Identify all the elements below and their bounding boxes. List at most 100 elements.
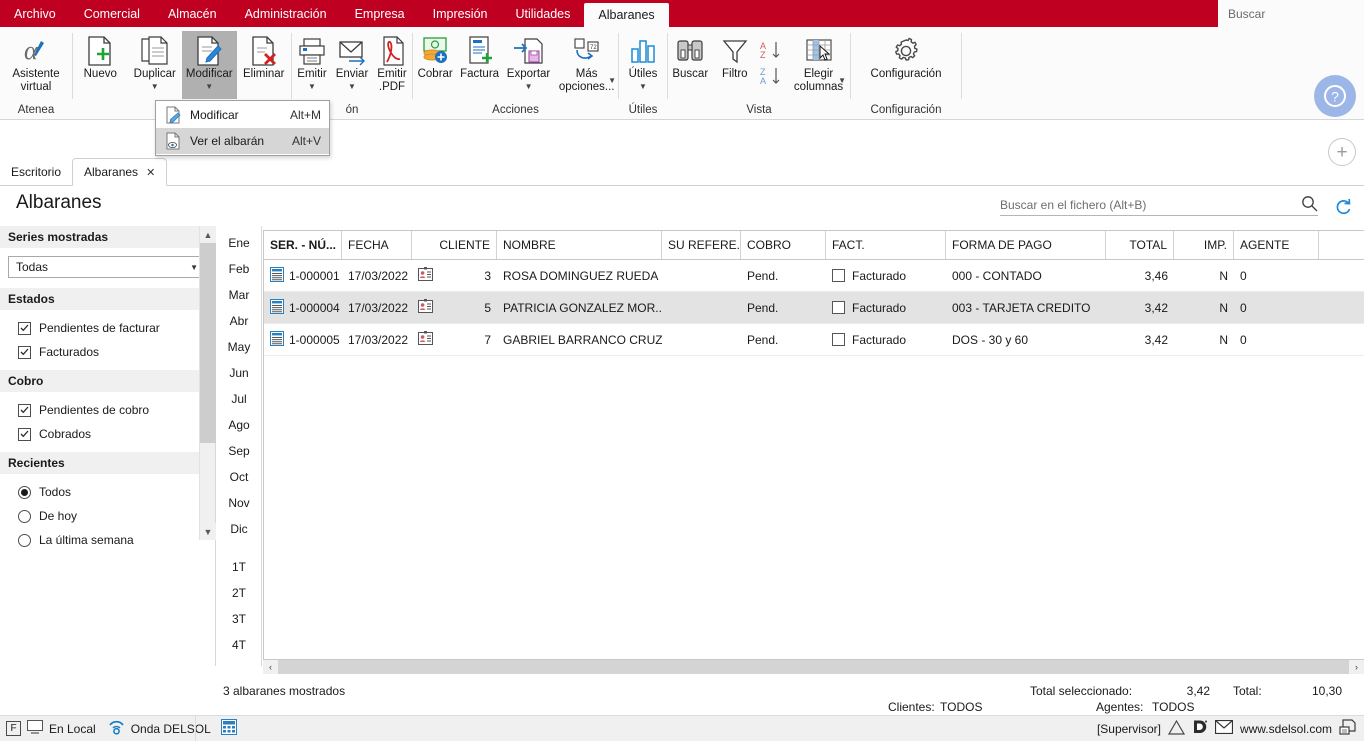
- chevron-down-icon[interactable]: ▼: [308, 82, 316, 91]
- modificar-button[interactable]: Modificar ▼: [182, 31, 237, 99]
- duplicar-button[interactable]: Duplicar ▼: [128, 31, 183, 99]
- menu-item-almacen[interactable]: Almacén: [154, 0, 231, 27]
- checkbox-pendientes-cobro[interactable]: Pendientes de cobro: [0, 398, 215, 422]
- radio-icon[interactable]: [18, 533, 31, 547]
- menu-item-utilidades[interactable]: Utilidades: [502, 0, 585, 27]
- month-jul[interactable]: Jul: [217, 386, 261, 412]
- month-nov[interactable]: Nov: [217, 490, 261, 516]
- eliminar-button[interactable]: Eliminar: [237, 31, 292, 99]
- checkbox-icon[interactable]: [18, 345, 31, 359]
- radio-todos[interactable]: Todos: [0, 480, 215, 504]
- envelope-icon[interactable]: [1214, 719, 1234, 737]
- month-mar[interactable]: Mar: [217, 282, 261, 308]
- column-header-cobro[interactable]: COBRO: [741, 231, 826, 259]
- table-row[interactable]: 1-000004 17/03/2022 5 PATRICIA GONZALEZ …: [264, 292, 1364, 324]
- column-header-agente[interactable]: AGENTE: [1234, 231, 1319, 259]
- delsol-d-icon[interactable]: [1192, 719, 1208, 738]
- month-dic[interactable]: Dic: [217, 516, 261, 542]
- dropdown-item-ver-albaran[interactable]: Ver el albarán Alt+V: [156, 128, 329, 154]
- emitir-pdf-button[interactable]: Emitir .PDF: [372, 31, 412, 99]
- month-ene[interactable]: Ene: [217, 230, 261, 256]
- table-row[interactable]: 1-000005 17/03/2022 7 GABRIEL BARRANCO C…: [264, 324, 1364, 356]
- quarter-3t[interactable]: 3T: [217, 606, 261, 632]
- series-select[interactable]: Todas ▼: [8, 256, 205, 278]
- checkbox-icon[interactable]: [18, 427, 31, 441]
- month-abr[interactable]: Abr: [217, 308, 261, 334]
- checkbox-icon[interactable]: [832, 269, 845, 282]
- global-search-input[interactable]: Buscar: [1218, 0, 1364, 27]
- column-header-su-referencia[interactable]: SU REFERE...: [662, 231, 741, 259]
- scroll-down-icon[interactable]: ▼: [200, 523, 216, 540]
- month-sep[interactable]: Sep: [217, 438, 261, 464]
- menu-item-administracion[interactable]: Administración: [231, 0, 341, 27]
- factura-button[interactable]: Factura: [457, 31, 501, 99]
- column-header-cliente[interactable]: CLIENTE: [412, 231, 497, 259]
- chevron-down-icon[interactable]: ▼: [639, 82, 647, 91]
- configuracion-button[interactable]: Configuración: [866, 31, 946, 99]
- calculator-icon[interactable]: [220, 719, 237, 738]
- emitir-button[interactable]: Emitir ▼: [292, 31, 332, 99]
- elegir-columnas-button[interactable]: Elegir columnas ▼: [787, 31, 850, 99]
- month-oct[interactable]: Oct: [217, 464, 261, 490]
- quarter-4t[interactable]: 4T: [217, 632, 261, 658]
- column-header-serie[interactable]: SER. - NÚ...: [264, 231, 342, 259]
- column-header-total[interactable]: TOTAL: [1106, 231, 1174, 259]
- column-header-imp[interactable]: IMP.: [1174, 231, 1234, 259]
- file-search-input[interactable]: Buscar en el fichero (Alt+B): [1000, 194, 1318, 216]
- column-header-forma-pago[interactable]: FORMA DE PAGO: [946, 231, 1106, 259]
- month-may[interactable]: May: [217, 334, 261, 360]
- grid-horizontal-scrollbar[interactable]: ‹ ›: [263, 659, 1364, 675]
- checkbox-pendientes-facturar[interactable]: Pendientes de facturar: [0, 316, 215, 340]
- column-header-nombre[interactable]: NOMBRE: [497, 231, 662, 259]
- tab-albaranes[interactable]: Albaranes ✕: [72, 158, 168, 186]
- scroll-left-icon[interactable]: ‹: [263, 659, 278, 675]
- chevron-down-icon[interactable]: ▼: [608, 76, 616, 85]
- scroll-up-icon[interactable]: ▲: [200, 226, 216, 243]
- enviar-button[interactable]: Enviar ▼: [332, 31, 372, 99]
- menu-item-empresa[interactable]: Empresa: [341, 0, 419, 27]
- chevron-down-icon[interactable]: ▼: [190, 263, 198, 272]
- tab-escritorio[interactable]: Escritorio: [0, 159, 72, 185]
- dropdown-item-modificar[interactable]: Modificar Alt+M: [156, 102, 329, 128]
- help-button[interactable]: ?: [1314, 75, 1356, 117]
- column-header-fecha[interactable]: FECHA: [342, 231, 412, 259]
- onda-label[interactable]: Onda DELSOL: [131, 722, 211, 736]
- month-feb[interactable]: Feb: [217, 256, 261, 282]
- chevron-down-icon[interactable]: ▼: [205, 82, 213, 91]
- exportar-button[interactable]: Exportar ▼: [502, 31, 556, 99]
- warning-triangle-icon[interactable]: [1167, 719, 1186, 738]
- checkbox-icon[interactable]: [18, 403, 31, 417]
- print-small-icon[interactable]: [1339, 719, 1356, 738]
- refresh-icon[interactable]: [1334, 198, 1352, 219]
- menu-item-albaranes[interactable]: Albaranes: [584, 3, 669, 27]
- checkbox-facturados[interactable]: Facturados: [0, 340, 215, 364]
- close-icon[interactable]: ✕: [146, 166, 155, 179]
- scrollbar-thumb[interactable]: [200, 243, 216, 443]
- mas-opciones-button[interactable]: 72 Más opciones... ▼: [555, 31, 618, 99]
- f-badge[interactable]: F: [6, 721, 21, 736]
- website-link[interactable]: www.sdelsol.com: [1240, 722, 1332, 736]
- chevron-down-icon[interactable]: ▼: [151, 82, 159, 91]
- utiles-button[interactable]: Útiles ▼: [619, 31, 667, 99]
- column-header-fact[interactable]: FACT.: [826, 231, 946, 259]
- chevron-down-icon[interactable]: ▼: [525, 82, 533, 91]
- radio-icon[interactable]: [18, 485, 31, 499]
- chevron-down-icon[interactable]: ▼: [348, 82, 356, 91]
- radio-icon[interactable]: [18, 509, 31, 523]
- asistente-virtual-button[interactable]: α Asistente virtual: [2, 31, 70, 99]
- quarter-2t[interactable]: 2T: [217, 580, 261, 606]
- radio-de-hoy[interactable]: De hoy: [0, 504, 215, 528]
- nuevo-button[interactable]: Nuevo: [73, 31, 128, 99]
- magnifier-icon[interactable]: [1301, 195, 1318, 215]
- checkbox-icon[interactable]: [832, 301, 845, 314]
- checkbox-icon[interactable]: [832, 333, 845, 346]
- menu-item-archivo[interactable]: Archivo: [0, 0, 70, 27]
- filters-panel-scrollbar[interactable]: ▲ ▼: [199, 226, 216, 540]
- quarter-1t[interactable]: 1T: [217, 554, 261, 580]
- checkbox-cobrados[interactable]: Cobrados: [0, 422, 215, 446]
- chevron-down-icon[interactable]: ▼: [838, 76, 846, 85]
- ordenar-button[interactable]: A Z Z A: [757, 31, 787, 99]
- month-ago[interactable]: Ago: [217, 412, 261, 438]
- buscar-button[interactable]: Buscar: [668, 31, 713, 99]
- checkbox-icon[interactable]: [18, 321, 31, 335]
